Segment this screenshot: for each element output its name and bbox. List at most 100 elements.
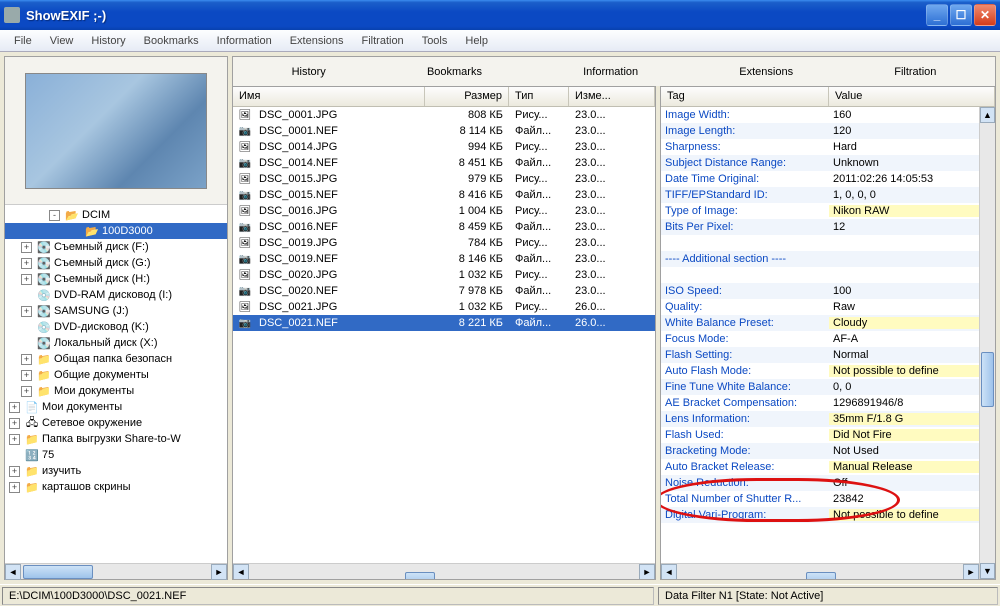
tree-expand-icon[interactable]: + [21, 354, 32, 365]
tree-item[interactable]: +Съемный диск (G:) [5, 255, 227, 271]
exif-row[interactable]: Lens Information:35mm F/1.8 G [661, 411, 979, 427]
exif-row[interactable]: Bits Per Pixel:12 [661, 219, 979, 235]
exif-v-scrollbar[interactable]: ▲ ▼ [979, 107, 995, 579]
tree-item[interactable]: -DCIM [5, 207, 227, 223]
file-row[interactable]: DSC_0016.NEF8 459 КБФайл...23.0... [233, 219, 655, 235]
folder-tree[interactable]: -DCIM100D3000+Съемный диск (F:)+Съемный … [5, 205, 227, 563]
exif-row[interactable]: Date Time Original:2011:02:26 14:05:53 [661, 171, 979, 187]
tab-extensions[interactable]: Extensions [721, 62, 811, 82]
tree-item[interactable]: 75 [5, 447, 227, 463]
file-row[interactable]: DSC_0020.NEF7 978 КБФайл...23.0... [233, 283, 655, 299]
filelist-h-scrollbar[interactable]: ◄ ► [233, 563, 655, 579]
scroll-right-icon[interactable]: ► [639, 564, 655, 580]
tree-item[interactable]: +Мои документы [5, 383, 227, 399]
exif-row[interactable]: TIFF/EPStandard ID:1, 0, 0, 0 [661, 187, 979, 203]
scroll-left-icon[interactable]: ◄ [661, 564, 677, 580]
scroll-thumb[interactable] [806, 572, 836, 580]
menu-information[interactable]: Information [209, 33, 280, 49]
exif-row[interactable]: Digital Vari-Program:Not possible to def… [661, 507, 979, 523]
exif-row[interactable]: Subject Distance Range:Unknown [661, 155, 979, 171]
tab-history[interactable]: History [274, 62, 344, 82]
menu-filtration[interactable]: Filtration [354, 33, 412, 49]
file-row[interactable]: DSC_0016.JPG1 004 КБРису...23.0... [233, 203, 655, 219]
exif-row[interactable]: Type of Image:Nikon RAW [661, 203, 979, 219]
menu-help[interactable]: Help [457, 33, 496, 49]
scroll-thumb[interactable] [405, 572, 435, 580]
exif-row[interactable]: Fine Tune White Balance:0, 0 [661, 379, 979, 395]
tree-item[interactable]: +изучить [5, 463, 227, 479]
scroll-left-icon[interactable]: ◄ [233, 564, 249, 580]
tree-h-scrollbar[interactable]: ◄ ► [5, 563, 227, 579]
tree-item[interactable]: +Съемный диск (F:) [5, 239, 227, 255]
tab-information[interactable]: Information [565, 62, 656, 82]
tree-item[interactable]: +SAMSUNG (J:) [5, 303, 227, 319]
exif-row[interactable]: Auto Bracket Release:Manual Release [661, 459, 979, 475]
maximize-button[interactable]: ☐ [950, 4, 972, 26]
file-row[interactable]: DSC_0019.JPG784 КБРису...23.0... [233, 235, 655, 251]
tree-expand-icon[interactable]: - [49, 210, 60, 221]
exif-row[interactable]: Total Number of Shutter R...23842 [661, 491, 979, 507]
col-size[interactable]: Размер [425, 87, 509, 106]
tree-item[interactable]: +Мои документы [5, 399, 227, 415]
col-value[interactable]: Value [829, 87, 995, 106]
tab-filtration[interactable]: Filtration [876, 62, 954, 82]
tree-expand-icon[interactable]: + [21, 242, 32, 253]
window-titlebar[interactable]: ShowEXIF ;-) _ ☐ ✕ [0, 0, 1000, 30]
scroll-thumb[interactable] [23, 565, 93, 579]
exif-row[interactable] [661, 267, 979, 283]
tree-item[interactable]: +Сетевое окружение [5, 415, 227, 431]
exif-row[interactable]: White Balance Preset:Cloudy [661, 315, 979, 331]
tree-item[interactable]: DVD-дисковод (K:) [5, 319, 227, 335]
file-list-header[interactable]: Имя Размер Тип Изме... [233, 87, 655, 107]
tree-item[interactable]: +карташов скрины [5, 479, 227, 495]
exif-list-body[interactable]: Image Width:160Image Length:120Sharpness… [661, 107, 979, 563]
tree-item[interactable]: 100D3000 [5, 223, 227, 239]
exif-row[interactable]: Sharpness:Hard [661, 139, 979, 155]
tree-expand-icon[interactable]: + [21, 386, 32, 397]
tab-bookmarks[interactable]: Bookmarks [409, 62, 500, 82]
tree-item[interactable]: DVD-RAM дисковод (I:) [5, 287, 227, 303]
exif-h-scrollbar[interactable]: ◄ ► [661, 563, 979, 579]
file-row[interactable]: DSC_0014.JPG994 КБРису...23.0... [233, 139, 655, 155]
tree-expand-icon[interactable]: + [9, 418, 20, 429]
minimize-button[interactable]: _ [926, 4, 948, 26]
close-button[interactable]: ✕ [974, 4, 996, 26]
col-name[interactable]: Имя [233, 87, 425, 106]
tree-expand-icon[interactable]: + [9, 402, 20, 413]
tree-item[interactable]: +Съемный диск (H:) [5, 271, 227, 287]
exif-header[interactable]: Tag Value [661, 87, 995, 107]
file-row[interactable]: DSC_0021.JPG1 032 КБРису...26.0... [233, 299, 655, 315]
tree-item[interactable]: +Общие документы [5, 367, 227, 383]
exif-row[interactable]: Image Length:120 [661, 123, 979, 139]
exif-row[interactable]: Image Width:160 [661, 107, 979, 123]
scroll-left-icon[interactable]: ◄ [5, 564, 21, 580]
scroll-up-icon[interactable]: ▲ [980, 107, 995, 123]
tree-item[interactable]: +Папка выгрузки Share-to-W [5, 431, 227, 447]
exif-row[interactable]: Bracketing Mode:Not Used [661, 443, 979, 459]
exif-row[interactable]: Flash Setting:Normal [661, 347, 979, 363]
menu-tools[interactable]: Tools [414, 33, 456, 49]
file-row[interactable]: DSC_0019.NEF8 146 КБФайл...23.0... [233, 251, 655, 267]
exif-row[interactable]: Focus Mode:AF-A [661, 331, 979, 347]
scroll-right-icon[interactable]: ► [211, 564, 227, 580]
tree-item[interactable]: Локальный диск (X:) [5, 335, 227, 351]
tree-expand-icon[interactable]: + [9, 482, 20, 493]
tree-expand-icon[interactable]: + [9, 434, 20, 445]
exif-row[interactable]: Noise Reduction:Off [661, 475, 979, 491]
file-row[interactable]: DSC_0001.JPG808 КБРису...23.0... [233, 107, 655, 123]
menu-file[interactable]: File [6, 33, 40, 49]
scroll-down-icon[interactable]: ▼ [980, 563, 995, 579]
exif-row[interactable]: Auto Flash Mode:Not possible to define [661, 363, 979, 379]
tree-expand-icon[interactable]: + [21, 258, 32, 269]
exif-row[interactable]: ---- Additional section ---- [661, 251, 979, 267]
exif-row[interactable] [661, 235, 979, 251]
file-row[interactable]: DSC_0015.JPG979 КБРису...23.0... [233, 171, 655, 187]
col-modified[interactable]: Изме... [569, 87, 655, 106]
tree-expand-icon[interactable]: + [9, 466, 20, 477]
menu-extensions[interactable]: Extensions [282, 33, 352, 49]
file-row[interactable]: DSC_0014.NEF8 451 КБФайл...23.0... [233, 155, 655, 171]
scroll-thumb[interactable] [981, 352, 994, 407]
exif-row[interactable]: ISO Speed:100 [661, 283, 979, 299]
col-tag[interactable]: Tag [661, 87, 829, 106]
exif-row[interactable]: Quality:Raw [661, 299, 979, 315]
